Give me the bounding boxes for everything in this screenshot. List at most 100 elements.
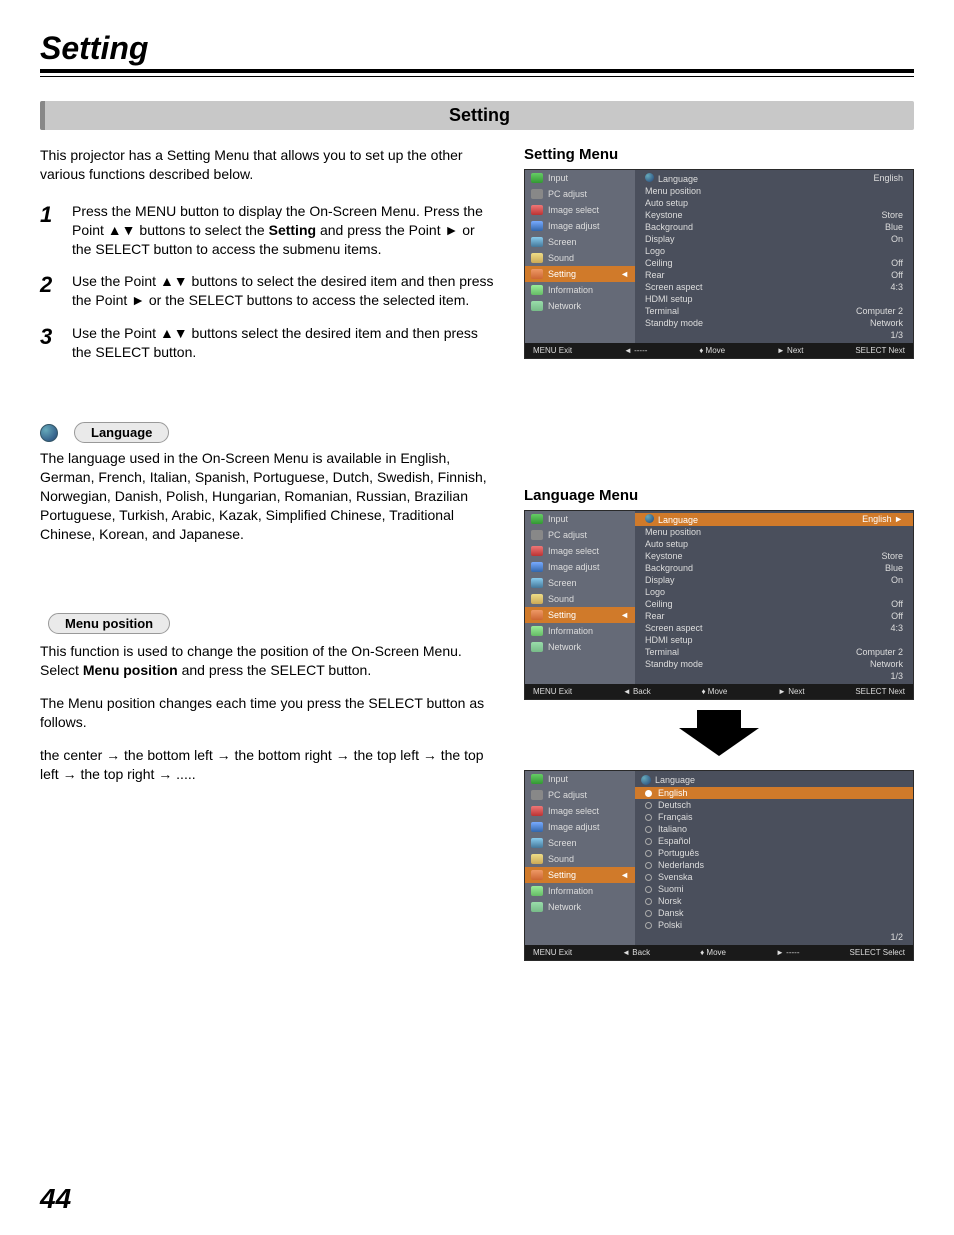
osd-bar-item: ♦ Move [701, 687, 727, 696]
radio-icon [645, 790, 652, 797]
osd-side-item: Input [525, 170, 635, 186]
osd-lang-item: Português [635, 847, 913, 859]
osd-lang-item: Français [635, 811, 913, 823]
radio-icon [645, 838, 652, 845]
menu-icon [531, 642, 543, 652]
osd-side-label: PC adjust [548, 530, 587, 540]
osd-row: Logo [635, 586, 913, 598]
setting-menu-title: Setting Menu [524, 146, 914, 163]
menu-icon [531, 546, 543, 556]
osd-side-label: Input [548, 774, 568, 784]
osd-page-indicator: 1/3 [635, 329, 913, 341]
osd-side-label: Information [548, 626, 593, 636]
osd-lang-label: Português [658, 848, 699, 858]
osd-side-item: Sound [525, 250, 635, 266]
menu-icon [531, 806, 543, 816]
osd-side-item: Information [525, 883, 635, 899]
osd-lang-label: Italiano [658, 824, 687, 834]
osd-row-label: Auto setup [645, 198, 688, 208]
language-body: The language used in the On-Screen Menu … [40, 449, 494, 543]
osd-side-label: Image select [548, 546, 599, 556]
menu-icon [531, 578, 543, 588]
osd-row-label: Keystone [645, 210, 683, 220]
osd-bar-item: ► ----- [776, 948, 799, 957]
osd-row: KeystoneStore [635, 209, 913, 221]
osd-side-label: PC adjust [548, 790, 587, 800]
osd-lang-item: English [635, 787, 913, 799]
menu-icon [531, 790, 543, 800]
osd-side-item: Information [525, 623, 635, 639]
menu-icon [531, 870, 543, 880]
osd-row-label: Screen aspect [645, 282, 703, 292]
osd-side-label: Information [548, 886, 593, 896]
osd-row-label: Background [645, 222, 693, 232]
osd-row-value: Computer 2 [856, 306, 903, 316]
osd-row: HDMI setup [635, 634, 913, 646]
osd-side-label: PC adjust [548, 189, 587, 199]
osd-lang-item: Italiano [635, 823, 913, 835]
osd-row: Auto setup [635, 197, 913, 209]
menu-position-pill: Menu position [48, 613, 170, 634]
osd-language-list: InputPC adjustImage selectImage adjustSc… [524, 770, 914, 961]
step-2: 2 Use the Point ▲▼ buttons to select the… [40, 272, 494, 310]
step-text: Use the Point ▲▼ buttons select the desi… [72, 324, 494, 362]
osd-header-label: Language [658, 174, 698, 184]
osd-side-item: PC adjust [525, 186, 635, 202]
radio-icon [645, 862, 652, 869]
osd-side-item: Network [525, 639, 635, 655]
osd-side-label: Screen [548, 838, 577, 848]
osd-page-indicator: 1/3 [635, 670, 913, 682]
osd-side-label: Setting [548, 269, 576, 279]
osd-row-label: Screen aspect [645, 623, 703, 633]
osd-side-label: Image adjust [548, 562, 600, 572]
osd-lang-item: Español [635, 835, 913, 847]
osd-side-label: Setting [548, 870, 576, 880]
section-heading: Setting [40, 101, 914, 130]
osd-row: Terminal Computer 2 [635, 646, 913, 658]
menu-icon [531, 854, 543, 864]
osd-side-label: Network [548, 301, 581, 311]
osd-side-item: Sound [525, 591, 635, 607]
osd-side-label: Setting [548, 610, 576, 620]
osd-side-item: Sound [525, 851, 635, 867]
step-3: 3 Use the Point ▲▼ buttons select the de… [40, 324, 494, 362]
osd-side-item: Screen [525, 835, 635, 851]
osd-lang-item: Polski [635, 919, 913, 931]
osd-row-value: 4:3 [890, 282, 903, 292]
osd-side-item: Information [525, 282, 635, 298]
osd-row-label: Standby mode [645, 318, 703, 328]
menu-icon [531, 594, 543, 604]
osd-row-value: Computer 2 [856, 647, 903, 657]
osd-row-value: Network [870, 318, 903, 328]
menu-icon [531, 626, 543, 636]
osd-row: HDMI setup [635, 293, 913, 305]
osd-row-label: Terminal [645, 647, 679, 657]
osd-header-label: Language [658, 515, 698, 525]
menu-icon [531, 822, 543, 832]
osd-row-value: Off [891, 270, 903, 280]
osd-lang-item: Deutsch [635, 799, 913, 811]
osd-bar-item: ► Next [778, 687, 805, 696]
menu-icon [531, 205, 543, 215]
osd-side-item: Screen [525, 234, 635, 250]
osd-row: Menu position [635, 526, 913, 538]
menu-position-p3: the center → the bottom left → the botto… [40, 746, 494, 784]
radio-icon [645, 826, 652, 833]
osd-side-label: Screen [548, 578, 577, 588]
menu-icon [531, 886, 543, 896]
step-text: Press the MENU button to display the On-… [72, 202, 494, 259]
osd-header-value: English ► [862, 514, 903, 525]
osd-row: KeystoneStore [635, 550, 913, 562]
osd-side-label: Input [548, 173, 568, 183]
menu-icon [531, 562, 543, 572]
menu-icon [531, 269, 543, 279]
menu-position-p1: This function is used to change the posi… [40, 642, 494, 680]
step-1: 1 Press the MENU button to display the O… [40, 202, 494, 259]
menu-icon [531, 285, 543, 295]
osd-row-value: Network [870, 659, 903, 669]
radio-icon [645, 898, 652, 905]
osd-side-item: Image select [525, 543, 635, 559]
osd-side-item: PC adjust [525, 527, 635, 543]
osd-row: DisplayOn [635, 233, 913, 245]
osd-row-value: Blue [885, 222, 903, 232]
